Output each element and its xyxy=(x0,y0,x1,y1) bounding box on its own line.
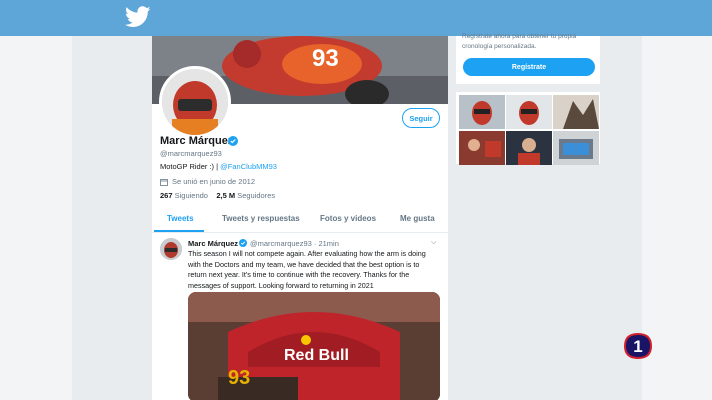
tweet-author-name[interactable]: Marc Márquez xyxy=(188,239,238,248)
profile-bio: MotoGP Rider :) | @FanClubMM93 xyxy=(160,162,277,171)
tab-tweets-replies[interactable]: Tweets y respuestas xyxy=(222,214,300,223)
avatar-image xyxy=(162,69,228,135)
media-thumb[interactable] xyxy=(553,95,599,129)
tve-channel-logo: 1 xyxy=(624,333,652,359)
profile-column: 93 Seguir Marc Márquez @marcmarquez93 Mo… xyxy=(152,36,448,400)
tweet-verified-icon xyxy=(239,239,247,247)
tweet-text: This season I will not compete again. Af… xyxy=(188,249,426,290)
following-stat[interactable]: 267 Siguiendo xyxy=(160,191,208,200)
bio-text: MotoGP Rider :) | xyxy=(160,162,221,171)
tab-tweets[interactable]: Tweets xyxy=(167,214,194,223)
verified-badge-icon xyxy=(228,136,238,146)
media-thumb[interactable] xyxy=(459,95,505,129)
svg-text:93: 93 xyxy=(312,45,339,72)
left-margin xyxy=(0,36,72,400)
right-column: Regístrate ahora para obtener tu propia … xyxy=(456,33,600,400)
tab-photos-videos[interactable]: Fotos y videos xyxy=(320,214,376,223)
active-tab-indicator xyxy=(154,230,204,232)
top-bar xyxy=(0,0,712,36)
followers-count: 2,5 M xyxy=(216,191,236,200)
followers-stat[interactable]: 2,5 M Seguidores xyxy=(216,191,275,200)
following-label: Siguiendo xyxy=(174,191,208,200)
bio-link[interactable]: @FanClubMM93 xyxy=(220,162,277,171)
profile-tabs: Tweets Tweets y respuestas Fotos y video… xyxy=(152,208,448,233)
tweet-handle-time[interactable]: @marcmarquez93 · 21min xyxy=(250,239,339,248)
profile-handle: @marcmarquez93 xyxy=(160,149,222,158)
chevron-down-icon[interactable]: ⌵ xyxy=(431,239,436,247)
tweet-media[interactable]: Red Bull 93 xyxy=(188,292,440,400)
profile-name: Marc Márquez xyxy=(160,135,234,147)
media-thumb[interactable] xyxy=(506,131,552,165)
tweet-avatar[interactable] xyxy=(160,238,182,260)
profile-joined: Se unió en junio de 2012 xyxy=(160,177,255,186)
svg-text:Red Bull: Red Bull xyxy=(284,347,349,364)
media-grid xyxy=(456,92,600,165)
media-thumb[interactable] xyxy=(459,131,505,165)
tweet-avatar-image xyxy=(160,238,182,260)
signup-card: Regístrate ahora para obtener tu propia … xyxy=(456,33,600,84)
followers-label: Seguidores xyxy=(237,191,276,200)
media-thumb[interactable] xyxy=(506,95,552,129)
twitter-bird-icon[interactable] xyxy=(125,6,151,28)
media-thumb[interactable] xyxy=(553,131,599,165)
calendar-icon xyxy=(160,178,168,186)
tweet-media-image: Red Bull 93 xyxy=(188,292,440,400)
joined-text: Se unió en junio de 2012 xyxy=(172,177,255,186)
profile-avatar[interactable] xyxy=(159,66,231,138)
svg-text:93: 93 xyxy=(228,367,250,389)
tab-likes[interactable]: Me gusta xyxy=(400,214,435,223)
signup-button[interactable]: Regístrate xyxy=(463,58,595,76)
profile-stats: 267 Siguiendo 2,5 M Seguidores xyxy=(160,191,275,200)
channel-logo-number: 1 xyxy=(633,337,642,356)
follow-button[interactable]: Seguir xyxy=(402,108,440,128)
following-count: 267 xyxy=(160,191,173,200)
signup-text: Regístrate ahora para obtener tu propia … xyxy=(462,33,577,50)
